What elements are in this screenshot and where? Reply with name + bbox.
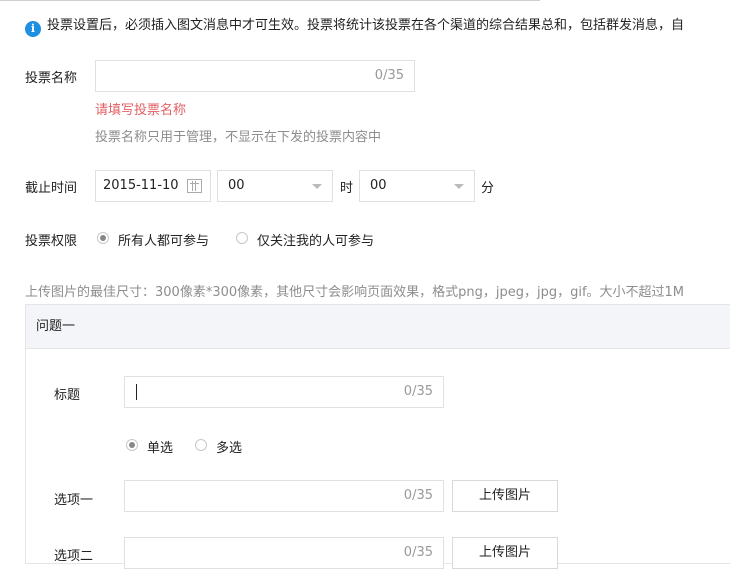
vote-name-label: 投票名称 xyxy=(25,71,78,86)
deadline-date-picker[interactable]: 2015-11-10 xyxy=(95,170,211,202)
chevron-down-icon xyxy=(454,184,464,189)
notice-text: 投票设置后，必须插入图文消息中才可生效。投票将统计该投票在各个渠道的综合结果总和… xyxy=(47,18,685,33)
question-title-label: 标题 xyxy=(54,388,81,403)
question-panel-header: 问题一 xyxy=(26,305,730,349)
minute-select[interactable]: 00 xyxy=(359,170,475,202)
hour-select[interactable]: 00 xyxy=(217,170,333,202)
permission-option-everyone[interactable]: 所有人都可参与 xyxy=(118,230,209,249)
option-two-counter: 0/35 xyxy=(403,545,433,560)
vote-name-error: 请填写投票名称 xyxy=(95,103,187,118)
hour-unit-label: 时 xyxy=(340,181,354,196)
permission-radio-everyone[interactable] xyxy=(97,232,109,244)
deadline-label: 截止时间 xyxy=(25,181,78,196)
option-one-label: 选项一 xyxy=(54,493,94,508)
question-panel: 问题一 xyxy=(25,304,730,564)
option-one-upload-button[interactable]: 上传图片 xyxy=(452,480,558,512)
top-divider xyxy=(0,0,540,1)
hour-value: 00 xyxy=(228,178,245,193)
vote-name-hint: 投票名称只用于管理，不显示在下发的投票内容中 xyxy=(95,130,382,145)
option-two-label: 选项二 xyxy=(54,549,94,564)
upload-size-hint: 上传图片的最佳尺寸：300像素*300像素，其他尺寸会影响页面效果，格式png，… xyxy=(25,285,685,300)
question-title-heading: 问题一 xyxy=(36,319,76,334)
option-two-upload-button[interactable]: 上传图片 xyxy=(452,537,558,569)
single-choice-radio[interactable] xyxy=(126,439,138,451)
multiple-choice-label[interactable]: 多选 xyxy=(216,437,242,456)
question-title-input[interactable]: 0/35 xyxy=(124,376,444,408)
vote-name-input[interactable]: 0/35 xyxy=(95,60,415,92)
multiple-choice-radio[interactable] xyxy=(195,439,207,451)
permission-radio-followers[interactable] xyxy=(236,232,248,244)
option-one-counter: 0/35 xyxy=(403,488,433,503)
text-cursor xyxy=(136,384,137,400)
permission-label: 投票权限 xyxy=(25,234,78,249)
notice-bar: i 投票设置后，必须插入图文消息中才可生效。投票将统计该投票在各个渠道的综合结果总… xyxy=(25,14,730,37)
minute-value: 00 xyxy=(370,178,387,193)
option-two-input[interactable]: 0/35 xyxy=(124,537,444,569)
permission-option-followers[interactable]: 仅关注我的人可参与 xyxy=(257,230,374,249)
chevron-down-icon xyxy=(312,184,322,189)
calendar-icon[interactable] xyxy=(187,179,202,193)
vote-name-counter: 0/35 xyxy=(374,68,404,83)
info-icon: i xyxy=(25,21,41,37)
option-one-input[interactable]: 0/35 xyxy=(124,480,444,512)
single-choice-label[interactable]: 单选 xyxy=(147,437,173,456)
minute-unit-label: 分 xyxy=(481,181,495,196)
deadline-date-value: 2015-11-10 xyxy=(103,178,179,193)
question-title-counter: 0/35 xyxy=(403,384,433,399)
